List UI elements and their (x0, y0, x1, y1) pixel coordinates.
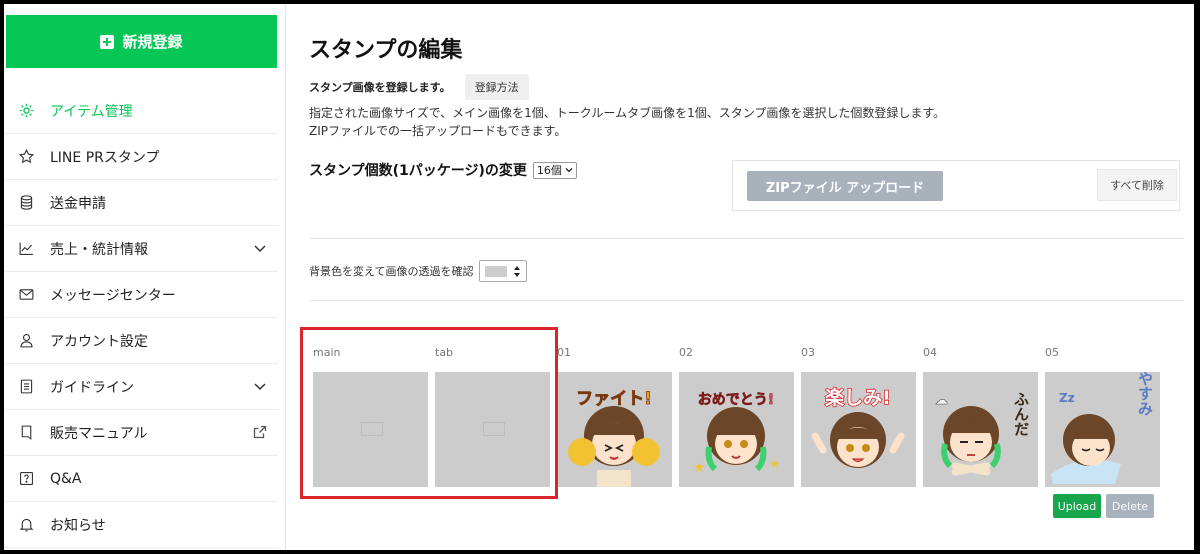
sidebar-item-guidelines[interactable]: ガイドライン (4, 364, 278, 410)
stamp-count-select[interactable]: 16個 (532, 161, 577, 179)
zip-upload-panel: ZIPファイル アップロード すべて削除 (732, 160, 1180, 211)
star-icon (16, 147, 36, 167)
list-doc-icon (16, 377, 36, 397)
sidebar-item-label: 送金申請 (50, 195, 106, 212)
sidebar-item-label: ガイドライン (50, 379, 134, 396)
sidebar-item-label: お知らせ (50, 517, 106, 534)
sub-lead-text: スタンプ画像を登録します。 (309, 81, 451, 94)
stamp-count-value: 16個 (536, 164, 562, 177)
sidebar-item-sales-stats[interactable]: 売上・統計情報 (4, 226, 278, 272)
bg-color-select[interactable] (479, 260, 528, 282)
sticker-image: Zz おやすみ (1045, 372, 1160, 487)
plus-icon (100, 34, 115, 49)
sticker-slot-02[interactable]: ★ ★ おめでとう! (679, 372, 794, 487)
slot-label-03: 03 (801, 346, 815, 359)
app-frame: 新規登録 アイテム管理 LINE PRスタンプ 送金申請 売上・統計情報 メッセ… (4, 4, 1194, 550)
sidebar-item-message-center[interactable]: メッセージセンター (4, 272, 278, 318)
upload-button[interactable]: Upload (1053, 494, 1101, 518)
description-line-2: ZIPファイルでの一括アップロードもできます。 (309, 124, 567, 138)
zip-upload-button[interactable]: ZIPファイル アップロード (747, 171, 943, 201)
slot-label-01: 01 (557, 346, 571, 359)
chevron-down-icon[interactable] (252, 240, 268, 256)
sticker-image: 楽しみ! (801, 372, 916, 487)
sidebar-item-label: 販売マニュアル (50, 425, 148, 442)
delete-button[interactable]: Delete (1106, 494, 1154, 518)
sidebar-item-label: 売上・統計情報 (50, 241, 148, 258)
chart-icon (16, 239, 36, 259)
person-icon (16, 331, 36, 351)
sticker-slot-03[interactable]: 楽しみ! (801, 372, 916, 487)
sidebar-item-news[interactable]: お知らせ (4, 502, 278, 548)
stamp-count-row: スタンプ個数(1パッケージ)の変更 16個 (309, 160, 577, 180)
slot-label-05: 05 (1045, 346, 1059, 359)
sticker-image: ★ ★ おめでとう! (679, 372, 794, 487)
database-icon (16, 193, 36, 213)
sidebar-item-sales-manual[interactable]: 販売マニュアル (4, 410, 278, 456)
description-line-1: 指定された画像サイズで、メイン画像を1個、トークルームタブ画像を1個、スタンプ画… (309, 106, 946, 120)
sidebar-item-label: アイテム管理 (50, 103, 133, 120)
sidebar-item-item-management[interactable]: アイテム管理 (4, 88, 278, 134)
divider (309, 238, 1184, 239)
sticker-slot-05[interactable]: Zz おやすみ (1045, 372, 1160, 487)
stamp-count-label: スタンプ個数(1パッケージ)の変更 (309, 163, 527, 179)
howto-button[interactable]: 登録方法 (464, 74, 529, 100)
sticker-slot-01[interactable]: ファイト! (557, 372, 672, 487)
chevron-down-icon (565, 168, 573, 173)
sidebar-item-line-pr-stamp[interactable]: LINE PRスタンプ (4, 134, 278, 180)
sidebar-item-qa[interactable]: Q&A (4, 456, 278, 502)
zz-icon: Zz (1059, 391, 1075, 405)
main-tab-highlight-box (300, 327, 558, 499)
bg-color-row: 背景色を変えて画像の透過を確認 (309, 260, 528, 282)
main-content: スタンプの編集 スタンプ画像を登録します。 登録方法 指定された画像サイズで、メ… (287, 4, 1194, 550)
sidebar-item-remittance[interactable]: 送金申請 (4, 180, 278, 226)
mail-icon (16, 285, 36, 305)
sidebar-item-label: アカウント設定 (50, 333, 148, 350)
bg-color-swatch (485, 266, 508, 277)
bg-color-label: 背景色を変えて画像の透過を確認 (309, 265, 474, 278)
divider (309, 300, 1184, 301)
description: 指定された画像サイズで、メイン画像を1個、トークルームタブ画像を1個、スタンプ画… (309, 104, 945, 140)
new-registration-label: 新規登録 (122, 33, 183, 51)
updown-arrow-icon (514, 266, 521, 277)
sidebar-item-label: Q&A (50, 470, 82, 487)
chevron-down-icon[interactable] (252, 378, 268, 394)
gear-icon (16, 101, 36, 121)
sticker-text: おめでとう! (698, 392, 774, 408)
new-registration-button[interactable]: 新規登録 (6, 15, 277, 68)
question-icon (16, 469, 36, 489)
sidebar-item-label: メッセージセンター (50, 287, 176, 304)
bookmark-icon (16, 423, 36, 443)
sticker-text: 楽しみ! (825, 386, 891, 409)
sticker-text: おやすみ (1136, 372, 1154, 416)
external-link-icon[interactable] (252, 424, 268, 440)
sparkle: ★ (769, 457, 780, 471)
puff-icon: ☁ (935, 393, 948, 408)
sidebar-item-label: LINE PRスタンプ (50, 149, 160, 166)
slot-label-04: 04 (923, 346, 937, 359)
subheader-row: スタンプ画像を登録します。 登録方法 (309, 74, 529, 100)
sidebar-item-account-settings[interactable]: アカウント設定 (4, 318, 278, 364)
sticker-image: ファイト! (557, 372, 672, 487)
sticker-text: ファイト! (576, 389, 652, 409)
delete-all-button[interactable]: すべて削除 (1097, 169, 1177, 201)
bell-icon (16, 515, 36, 535)
sparkle: ★ (693, 460, 706, 476)
sticker-image: ☁ ふんだ (923, 372, 1038, 487)
sticker-slot-04[interactable]: ☁ ふんだ (923, 372, 1038, 487)
sidebar-nav: アイテム管理 LINE PRスタンプ 送金申請 売上・統計情報 メッセージセンタ… (4, 88, 286, 548)
sidebar: 新規登録 アイテム管理 LINE PRスタンプ 送金申請 売上・統計情報 メッセ… (4, 4, 286, 550)
sticker-text: ふんだ (1012, 392, 1030, 437)
slot-label-02: 02 (679, 346, 693, 359)
page-title: スタンプの編集 (309, 38, 463, 63)
